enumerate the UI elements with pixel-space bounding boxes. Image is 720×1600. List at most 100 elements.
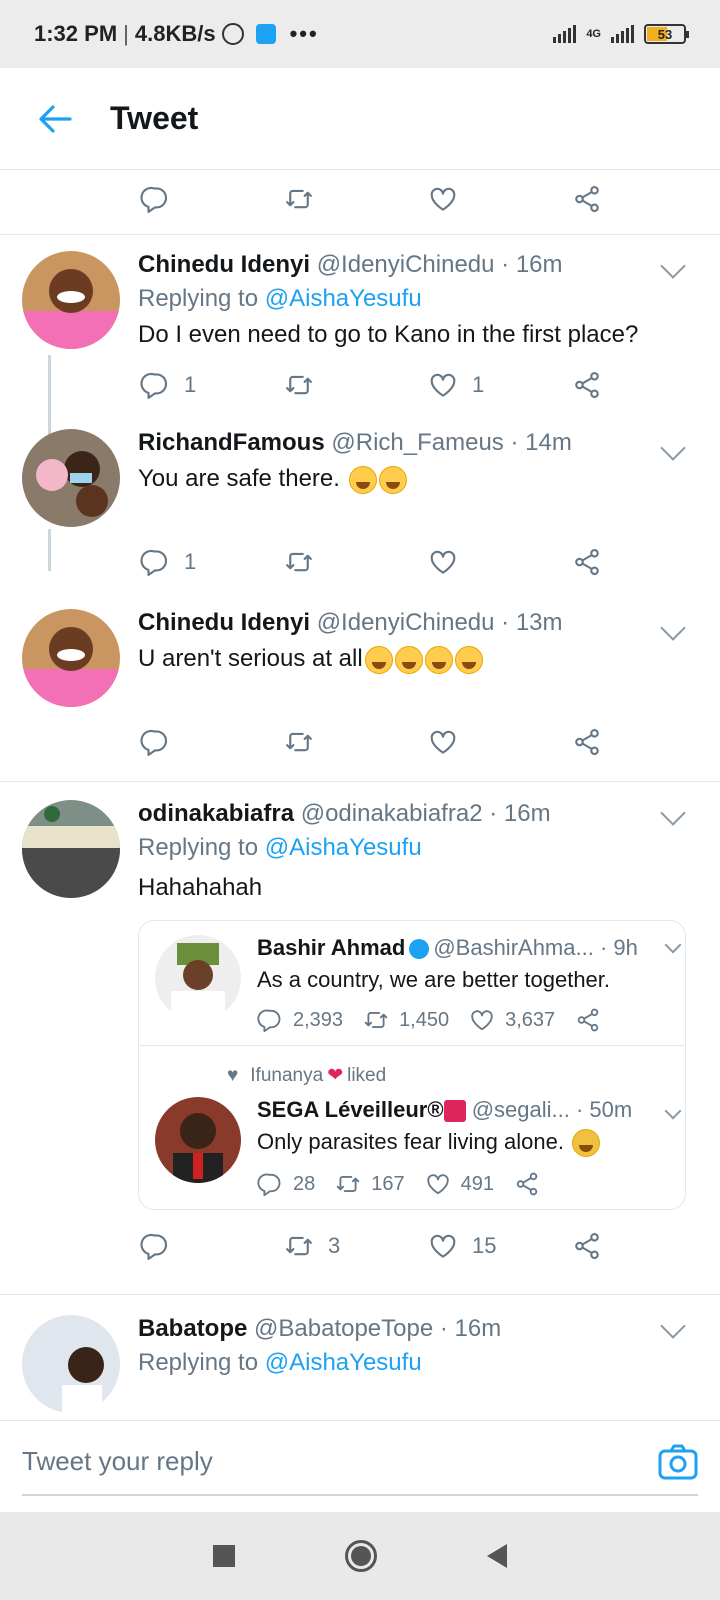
author-name[interactable]: SEGA Léveilleur® <box>257 1097 444 1122</box>
share-button[interactable] <box>572 184 716 214</box>
share-button[interactable] <box>572 370 716 400</box>
tweet-time: · 50m <box>575 1097 633 1122</box>
tweet[interactable]: Chinedu Idenyi @IdenyiChinedu · 13m U ar… <box>0 597 720 707</box>
recents-button[interactable] <box>213 1545 235 1567</box>
embedded-tweets-card[interactable]: Bashir Ahmad @BashirAhma... · 9h As a cou… <box>138 920 686 1211</box>
avatar[interactable] <box>22 251 120 349</box>
author-name[interactable]: Babatope <box>138 1315 247 1342</box>
like-button[interactable] <box>428 727 572 757</box>
conversation-feed[interactable]: Chinedu Idenyi @IdenyiChinedu · 16m Repl… <box>0 170 720 1420</box>
heart-icon <box>428 727 458 757</box>
tweet[interactable]: odinakabiafra @odinakabiafra2 · 16m Repl… <box>0 782 720 1211</box>
reply-button[interactable] <box>140 184 284 214</box>
tweet[interactable]: RichandFamous @Rich_Fameus · 14m You are… <box>0 417 720 571</box>
back-button[interactable] <box>0 104 110 134</box>
reply-button[interactable]: 2,393 <box>257 1007 343 1033</box>
embedded-tweet-actions: 28 167 491 <box>257 1171 685 1197</box>
retweet-button[interactable]: 1,450 <box>363 1007 449 1033</box>
author-name[interactable]: odinakabiafra <box>138 800 294 827</box>
retweet-button[interactable] <box>284 184 428 214</box>
alarm-icon <box>221 23 244 45</box>
author-handle: @BashirAhma... <box>433 935 594 960</box>
tweet[interactable]: Babatope @BabatopeTope · 16m Replying to… <box>0 1295 720 1414</box>
signal-icon <box>553 25 577 43</box>
like-button[interactable]: 491 <box>425 1171 494 1197</box>
share-button[interactable] <box>572 547 716 577</box>
share-icon <box>572 727 602 757</box>
home-button[interactable] <box>345 1540 377 1572</box>
heart-icon <box>425 1171 451 1197</box>
retweet-count: 167 <box>371 1172 405 1195</box>
retweet-icon <box>284 727 314 757</box>
tweet-actions: 3 15 <box>0 1210 720 1282</box>
signal-icon-2 <box>611 25 634 43</box>
retweet-icon <box>284 1231 314 1261</box>
embedded-tweet[interactable]: SEGA Léveilleur® @segali... · 50m Only p… <box>139 1087 685 1209</box>
avatar[interactable] <box>22 429 120 527</box>
like-button[interactable] <box>428 184 572 214</box>
avatar[interactable] <box>22 800 120 898</box>
retweet-button[interactable]: 3 <box>284 1231 428 1261</box>
replying-to: Replying to @AishaYesufu <box>138 285 690 313</box>
embedded-tweet-actions: 2,393 1,450 3,637 <box>257 1007 685 1033</box>
share-icon <box>575 1007 601 1033</box>
tweet[interactable]: Chinedu Idenyi @IdenyiChinedu · 16m Repl… <box>0 235 720 485</box>
reply-button[interactable]: 1 <box>140 370 284 400</box>
reply-composer[interactable]: Tweet your reply <box>0 1420 720 1502</box>
like-button[interactable]: 3,637 <box>469 1007 555 1033</box>
author-name[interactable]: RichandFamous <box>138 429 325 456</box>
reply-button[interactable]: 28 <box>257 1171 315 1197</box>
share-button[interactable] <box>572 727 716 757</box>
retweet-button[interactable] <box>284 727 428 757</box>
like-button[interactable] <box>428 547 572 577</box>
author-name[interactable]: Chinedu Idenyi <box>138 609 310 636</box>
reply-input[interactable]: Tweet your reply <box>22 1446 658 1477</box>
tweet-meta: RichandFamous @Rich_Fameus · 14m <box>138 429 690 457</box>
share-button[interactable] <box>572 1231 716 1261</box>
share-icon <box>572 370 602 400</box>
arrow-left-icon <box>39 104 72 133</box>
like-button[interactable]: 1 <box>428 370 572 400</box>
reply-icon <box>140 1231 170 1261</box>
reply-button[interactable] <box>140 727 284 757</box>
share-button[interactable] <box>575 1007 611 1033</box>
red-heart-icon: ❤ <box>327 1065 344 1086</box>
retweet-button[interactable]: 167 <box>335 1171 405 1197</box>
retweet-button[interactable] <box>284 370 428 400</box>
avatar[interactable] <box>155 1097 241 1183</box>
tweet-time: · 9h <box>599 935 638 960</box>
like-count: 15 <box>472 1233 497 1259</box>
share-button[interactable] <box>514 1171 550 1197</box>
reply-button[interactable]: 1 <box>140 547 284 577</box>
eye-roll-emoji-icon <box>378 465 407 494</box>
reply-icon <box>140 727 170 757</box>
embedded-tweet[interactable]: Bashir Ahmad @BashirAhma... · 9h As a cou… <box>139 921 685 1045</box>
retweet-button[interactable] <box>284 547 428 577</box>
mention-link[interactable]: @AishaYesufu <box>265 285 422 312</box>
author-name[interactable]: Bashir Ahmad <box>257 935 405 960</box>
avatar[interactable] <box>155 935 241 1021</box>
share-icon <box>572 1231 602 1261</box>
author-name[interactable]: Chinedu Idenyi <box>138 251 310 278</box>
avatar[interactable] <box>22 1315 120 1414</box>
retweet-icon <box>284 184 314 214</box>
more-notifications-icon: ••• <box>289 21 319 46</box>
twitter-notification-icon <box>255 24 276 44</box>
reply-count: 1 <box>184 549 197 574</box>
replying-prefix: Replying to <box>138 285 259 312</box>
reply-icon <box>140 547 170 577</box>
camera-icon[interactable] <box>658 1444 698 1480</box>
tweet-actions: 1 1 <box>0 353 720 417</box>
tweet-meta: Chinedu Idenyi @IdenyiChinedu · 16m <box>138 251 690 279</box>
tweet-text: As a country, we are better together. <box>257 967 611 992</box>
tweet-time: · 14m <box>510 429 572 456</box>
mention-link[interactable]: @AishaYesufu <box>265 834 422 861</box>
back-nav-button[interactable] <box>487 1544 507 1568</box>
tweet-meta: odinakabiafra @odinakabiafra2 · 16m <box>138 800 690 828</box>
avatar[interactable] <box>22 609 120 707</box>
like-button[interactable]: 15 <box>428 1231 572 1261</box>
system-nav-bar <box>0 1512 720 1600</box>
reply-button[interactable] <box>140 1231 284 1261</box>
share-icon <box>572 547 602 577</box>
mention-link[interactable]: @AishaYesufu <box>265 1349 422 1376</box>
